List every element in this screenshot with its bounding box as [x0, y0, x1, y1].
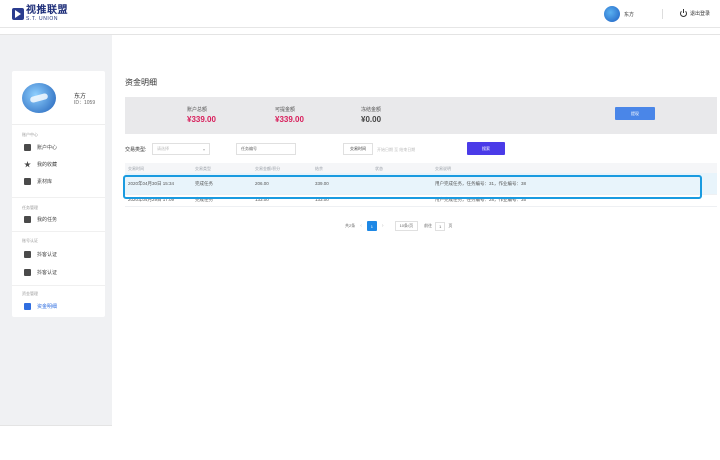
goto-label: 前往	[424, 223, 433, 228]
sidebar-item-label: 抖客认证	[37, 270, 58, 276]
col-header: 状态	[375, 166, 383, 171]
sidebar-item-auth-2[interactable]: 抖客认证	[24, 269, 57, 276]
task-placeholder: 任务编号	[241, 146, 257, 151]
total-label: 账户总额	[187, 107, 208, 113]
clipboard-icon	[24, 216, 31, 223]
frozen-label: 冻结金额	[361, 107, 382, 113]
camera-icon	[24, 251, 31, 258]
logo[interactable]: 视推联盟 S.T. UNION	[12, 6, 68, 22]
page-size-select[interactable]: 10条/页	[394, 221, 419, 231]
filter-bar: 交易类型: 请选择 ▾ 任务编号 交易时间 开始日期 至 结束日期 搜索	[125, 142, 717, 156]
drawer-icon	[24, 144, 31, 151]
profile-card: 东方 ID：1059	[12, 71, 105, 125]
available-balance: 可提金额 ¥339.00	[275, 106, 304, 124]
pagination: 共2条 ‹ 1 › 10条/页 前往 1 页	[345, 221, 452, 231]
type-label: 交易类型:	[125, 147, 147, 153]
main-content: 资金明细 账户总额 ¥339.00 可提金额 ¥339.00 冻结金额 ¥0.0…	[112, 35, 720, 427]
col-header: 交易时间	[128, 166, 144, 171]
top-user[interactable]: 东方	[604, 6, 634, 22]
sidebar-item-label: 抖客认证	[37, 252, 58, 258]
avatar[interactable]	[22, 83, 56, 113]
frozen-value: ¥0.00	[361, 115, 382, 124]
sidebar-item-label: 资金明细	[37, 304, 58, 310]
sidebar-item-materials[interactable]: 素材库	[24, 178, 52, 185]
total-count: 共2条	[345, 223, 356, 228]
chevron-left-icon[interactable]: ‹	[360, 223, 362, 229]
sidebar-item-account-center[interactable]: 账户中心	[24, 144, 57, 151]
logout-button[interactable]: 退出登录	[680, 9, 711, 17]
date-filter-button[interactable]: 交易时间	[343, 143, 373, 155]
available-label: 可提金额	[275, 107, 296, 113]
date-range-input[interactable]: 开始日期 至 结束日期	[377, 147, 415, 153]
type-placeholder: 请选择	[157, 146, 169, 151]
power-icon	[680, 9, 687, 17]
total-value: ¥339.00	[187, 115, 216, 124]
divider	[12, 231, 105, 232]
withdraw-button[interactable]: 提现	[615, 107, 655, 120]
total-balance: 账户总额 ¥339.00	[187, 106, 216, 124]
profile-id: ID：1059	[74, 100, 96, 106]
balance-summary: 账户总额 ¥339.00 可提金额 ¥339.00 冻结金额 ¥0.00 提现	[125, 97, 717, 134]
wallet-icon	[24, 303, 31, 310]
top-bar: 视推联盟 S.T. UNION 东方 退出登录	[0, 0, 720, 28]
star-icon	[24, 161, 31, 168]
sidebar-item-label: 我的收藏	[37, 162, 58, 168]
sidebar-item-my-tasks[interactable]: 我的任务	[24, 216, 57, 223]
sidebar-item-favorites[interactable]: 我的收藏	[24, 161, 57, 168]
logout-label: 退出登录	[690, 11, 711, 17]
goto-suffix: 页	[448, 223, 453, 228]
page-title: 资金明细	[125, 78, 157, 87]
tiktok-icon	[24, 269, 31, 276]
sidebar-item-label: 素材库	[37, 179, 53, 185]
logo-en: S.T. UNION	[26, 16, 59, 22]
col-header: 结余	[315, 166, 323, 171]
available-value: ¥339.00	[275, 115, 304, 124]
task-number-input[interactable]: 任务编号	[236, 143, 296, 155]
selected-row-highlight	[123, 175, 702, 199]
play-logo-icon	[12, 8, 24, 20]
app-body: 东方 ID：1059 账户中心 账户中心 我的收藏 素材库 任务管理 我的任务 …	[0, 34, 720, 427]
frozen-balance: 冻结金额 ¥0.00	[361, 106, 381, 124]
divider	[662, 9, 663, 19]
col-header: 交易说明	[435, 166, 451, 171]
page-1-button[interactable]: 1	[366, 221, 377, 231]
group-label-account: 账户中心	[22, 132, 38, 137]
sidebar-item-auth-1[interactable]: 抖客认证	[24, 251, 57, 258]
goto-page-input[interactable]: 1	[435, 221, 446, 231]
image-icon	[24, 178, 31, 185]
search-button[interactable]: 搜索	[467, 142, 505, 155]
sidebar-item-label: 账户中心	[37, 145, 58, 151]
avatar[interactable]	[604, 6, 620, 22]
col-header: 交易类型	[195, 166, 211, 171]
chevron-down-icon: ▾	[202, 147, 205, 152]
group-label-auth: 账号认证	[22, 238, 38, 243]
divider	[12, 197, 105, 198]
col-header: 交易金额/积分	[255, 166, 281, 171]
group-label-funds: 资金管理	[22, 291, 38, 296]
sidebar-item-label: 我的任务	[37, 217, 58, 223]
type-select[interactable]: 请选择 ▾	[152, 143, 210, 155]
sidebar: 东方 ID：1059 账户中心 账户中心 我的收藏 素材库 任务管理 我的任务 …	[12, 71, 105, 317]
chevron-right-icon[interactable]: ›	[382, 223, 384, 229]
table-header: 交易时间 交易类型 交易金额/积分 结余 状态 交易说明	[125, 163, 717, 173]
sidebar-item-fund-details[interactable]: 资金明细	[24, 303, 57, 310]
divider	[12, 285, 105, 286]
group-label-tasks: 任务管理	[22, 205, 38, 210]
top-username: 东方	[624, 11, 635, 18]
logo-cn: 视推联盟	[26, 5, 68, 16]
